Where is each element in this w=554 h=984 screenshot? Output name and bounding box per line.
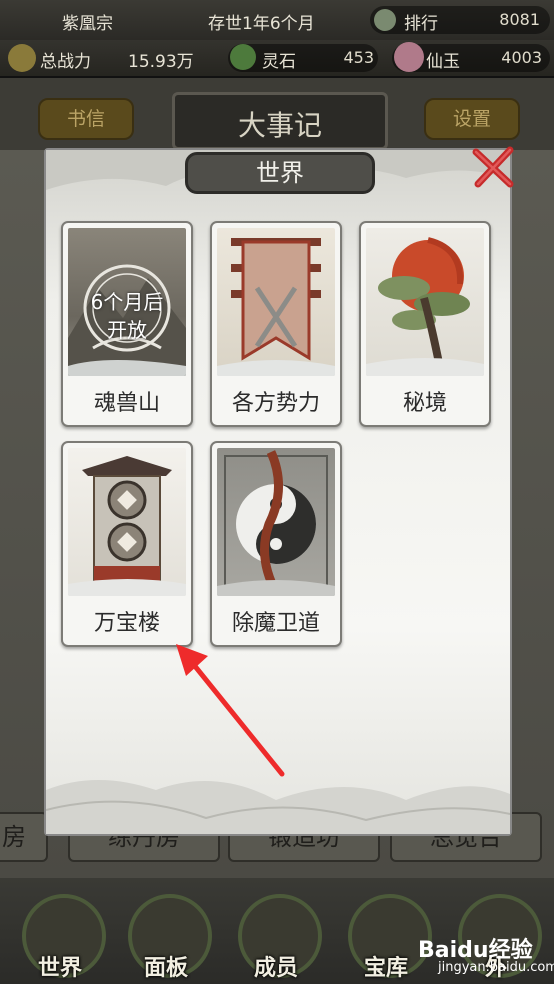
sect-name: 紫凰宗 bbox=[62, 14, 113, 34]
spirit-stone-value: 453 bbox=[343, 48, 374, 67]
card-label: 除魔卫道 bbox=[231, 611, 320, 636]
close-icon[interactable] bbox=[470, 144, 516, 190]
card-factions[interactable]: 各方势力 bbox=[210, 221, 342, 427]
card-demon-slaying[interactable]: 除魔卫道 bbox=[210, 441, 342, 647]
card-treasure-pavilion[interactable]: 万宝楼 bbox=[61, 441, 193, 647]
card-label: 秘境 bbox=[402, 391, 447, 416]
power-value: 15.93万 bbox=[128, 52, 194, 72]
yin-yang-icon bbox=[217, 450, 335, 596]
annotation-arrow bbox=[176, 644, 285, 777]
card-secret-realm[interactable]: 秘境 bbox=[359, 221, 491, 427]
watermark-url: jingyan.baidu.com bbox=[438, 960, 554, 975]
room-button-left[interactable]: 房 bbox=[0, 812, 48, 862]
treasure-pavilion-image bbox=[68, 448, 186, 596]
card-label: 各方势力 bbox=[231, 391, 320, 416]
jade-value: 4003 bbox=[501, 48, 542, 67]
ranking-value: 8081 bbox=[499, 10, 540, 29]
modal-title: 世界 bbox=[185, 152, 375, 194]
room-left-label: 房 bbox=[2, 823, 26, 851]
ranking-label: 排行 bbox=[404, 14, 438, 34]
jade-label: 仙玉 bbox=[426, 52, 460, 72]
combat-power-icon bbox=[8, 44, 36, 72]
banner-icon bbox=[217, 238, 335, 376]
top-status-bar: 紫凰宗 存世1年6个月 排行 8081 bbox=[0, 0, 554, 41]
lock-text-time: 6个月后 bbox=[90, 290, 164, 314]
world-time: 存世1年6个月 bbox=[208, 14, 315, 34]
card-beast-mountain[interactable]: 6个月后 开放 魂兽山 bbox=[61, 221, 193, 427]
jade-icon bbox=[394, 42, 424, 72]
settings-button[interactable]: 设置 bbox=[424, 98, 520, 140]
power-label: 总战力 bbox=[40, 52, 91, 72]
nav-panel-label: 面板 bbox=[143, 955, 188, 981]
nav-members-label: 成员 bbox=[253, 955, 298, 981]
nav-world[interactable]: 世界 bbox=[8, 888, 112, 984]
card-label: 万宝楼 bbox=[93, 611, 160, 636]
beast-mountain-image: 6个月后 开放 bbox=[68, 228, 186, 376]
nav-panel[interactable]: 面板 bbox=[114, 888, 218, 984]
resource-bar: 总战力 15.93万 灵石 453 仙玉 4003 bbox=[0, 40, 554, 78]
demon-slaying-image bbox=[217, 448, 335, 596]
secret-realm-image bbox=[366, 228, 484, 376]
lock-text-open: 开放 bbox=[107, 318, 147, 342]
nav-world-label: 世界 bbox=[37, 955, 82, 981]
ranking-icon bbox=[374, 9, 396, 31]
spirit-stone-label: 灵石 bbox=[262, 52, 296, 72]
spirit-stone-icon bbox=[230, 44, 256, 70]
letters-button[interactable]: 书信 bbox=[38, 98, 134, 140]
events-title: 大事记 bbox=[237, 109, 322, 142]
nav-members[interactable]: 成员 bbox=[224, 888, 328, 984]
events-title-banner: 大事记 bbox=[172, 92, 388, 150]
tree-icon bbox=[366, 237, 484, 376]
pavilion-icon bbox=[68, 456, 186, 596]
factions-image bbox=[217, 228, 335, 376]
card-label: 魂兽山 bbox=[93, 391, 160, 416]
